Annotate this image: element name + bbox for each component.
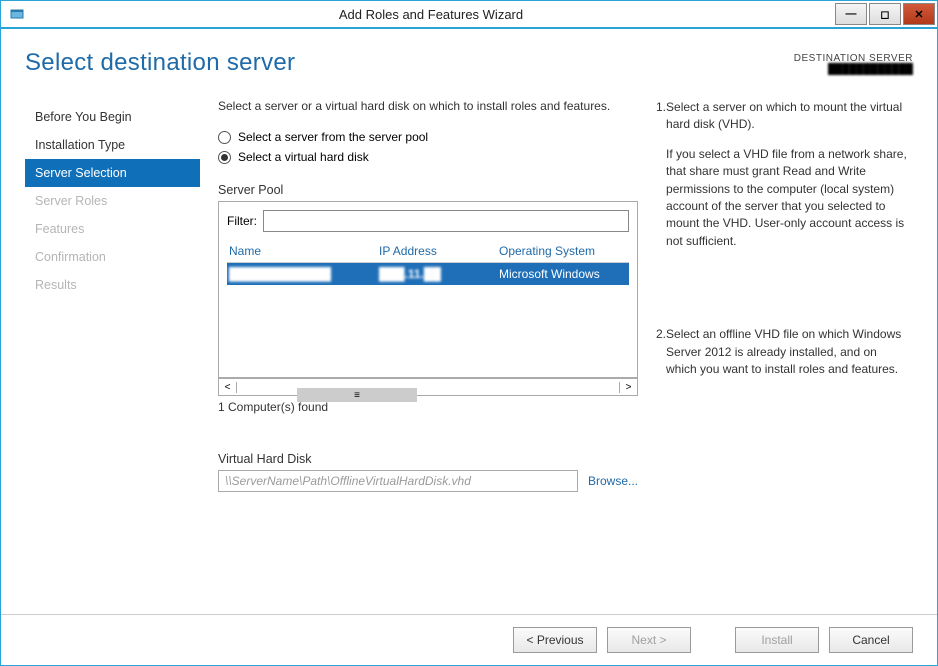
help-step-1: 1. Select a server on which to mount the…	[656, 99, 909, 250]
nav-confirmation: Confirmation	[25, 243, 200, 271]
col-os[interactable]: Operating System	[499, 244, 627, 258]
server-pool-box: Filter: Name IP Address Operating System…	[218, 201, 638, 378]
title-bar: Add Roles and Features Wizard — ◻ ✕	[1, 1, 937, 29]
radio-server-pool-label: Select a server from the server pool	[238, 130, 428, 144]
nav-results: Results	[25, 271, 200, 299]
computers-found: 1 Computer(s) found	[218, 400, 638, 414]
nav-before-you-begin[interactable]: Before You Begin	[25, 103, 200, 131]
nav-server-roles: Server Roles	[25, 187, 200, 215]
filter-label: Filter:	[227, 214, 257, 228]
scroll-thumb[interactable]: ≡	[297, 388, 417, 402]
row-os: Microsoft Windows	[499, 267, 627, 281]
window-title: Add Roles and Features Wizard	[27, 7, 835, 22]
row-ip: ███.11.██	[379, 267, 499, 281]
help-step-2: 2. Select an offline VHD file on which W…	[656, 326, 909, 378]
destination-server-block: DESTINATION SERVER ████████████	[794, 53, 913, 75]
filter-input[interactable]	[263, 210, 629, 232]
vhd-section-label: Virtual Hard Disk	[218, 452, 638, 466]
radio-server-pool[interactable]: Select a server from the server pool	[218, 130, 638, 144]
scroll-left-icon[interactable]: <	[219, 382, 237, 393]
col-ip[interactable]: IP Address	[379, 244, 499, 258]
pool-h-scrollbar[interactable]: < ≡ >	[218, 378, 638, 396]
help-step-2-text: Select an offline VHD file on which Wind…	[666, 326, 909, 378]
nav-features: Features	[25, 215, 200, 243]
scroll-right-icon[interactable]: >	[619, 382, 637, 393]
instruction-text: Select a server or a virtual hard disk o…	[218, 99, 638, 113]
maximize-button[interactable]: ◻	[869, 3, 901, 25]
destination-server-value: ████████████	[794, 64, 913, 75]
col-name[interactable]: Name	[229, 244, 379, 258]
server-pool-label: Server Pool	[218, 183, 638, 197]
minimize-button[interactable]: —	[835, 3, 867, 25]
radio-vhd-label: Select a virtual hard disk	[238, 150, 369, 164]
help-step-1-text: Select a server on which to mount the vi…	[666, 99, 909, 134]
vhd-path-input[interactable]: \\ServerName\Path\OfflineVirtualHardDisk…	[218, 470, 578, 492]
radio-icon	[218, 131, 231, 144]
browse-link[interactable]: Browse...	[588, 474, 638, 488]
pool-row-selected[interactable]: ████████████ ███.11.██ Microsoft Windows	[227, 263, 629, 285]
radio-icon	[218, 151, 231, 164]
radio-vhd[interactable]: Select a virtual hard disk	[218, 150, 638, 164]
destination-server-label: DESTINATION SERVER	[794, 53, 913, 64]
help-step-1b-text: If you select a VHD file from a network …	[666, 146, 909, 250]
nav-installation-type[interactable]: Installation Type	[25, 131, 200, 159]
previous-button[interactable]: < Previous	[513, 627, 597, 653]
next-button[interactable]: Next >	[607, 627, 691, 653]
close-button[interactable]: ✕	[903, 3, 935, 25]
nav-server-selection[interactable]: Server Selection	[25, 159, 200, 187]
page-title: Select destination server	[25, 49, 295, 77]
pool-empty-area	[227, 285, 629, 377]
pool-column-headers: Name IP Address Operating System	[227, 240, 629, 263]
install-button[interactable]: Install	[735, 627, 819, 653]
row-name: ████████████	[229, 267, 379, 281]
wizard-footer: < Previous Next > Install Cancel	[1, 614, 937, 665]
wizard-nav: Before You Begin Installation Type Serve…	[25, 99, 200, 614]
cancel-button[interactable]: Cancel	[829, 627, 913, 653]
app-icon	[7, 4, 27, 24]
